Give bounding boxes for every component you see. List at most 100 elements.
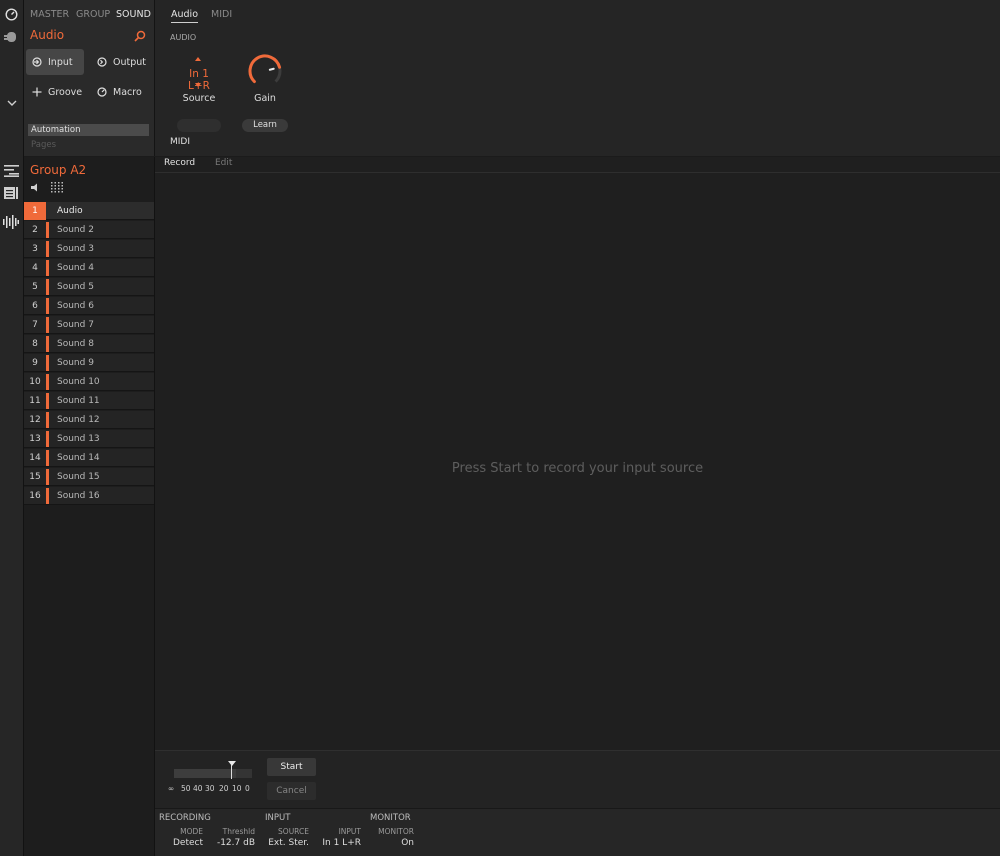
- sound-row[interactable]: 2 Sound 2: [24, 221, 154, 239]
- sound-name: Sound 3: [57, 244, 94, 254]
- sound-row[interactable]: 16 Sound 16: [24, 487, 154, 505]
- sound-color-swatch: [46, 393, 49, 409]
- input-button-label: Input: [48, 56, 73, 68]
- sound-number: 5: [32, 282, 38, 292]
- groove-button[interactable]: Groove: [26, 79, 84, 105]
- groove-button-label: Groove: [48, 86, 83, 98]
- waveform-view-icon[interactable]: [3, 215, 19, 232]
- sound-row[interactable]: 15 Sound 15: [24, 468, 154, 486]
- sound-row[interactable]: 10 Sound 10: [24, 373, 154, 391]
- macro-button[interactable]: Macro: [91, 79, 149, 105]
- sound-name: Sound 9: [57, 358, 94, 368]
- sound-name: Sound 4: [57, 263, 94, 273]
- group-panel: Group A2 1 Audio 2 Sound 2 3 Sound 3 4 Sound 4 5…: [24, 157, 155, 856]
- tab-sound[interactable]: SOUND: [116, 9, 151, 20]
- sound-color-swatch: [46, 317, 49, 333]
- sound-color-swatch: [46, 450, 49, 466]
- groove-icon: [32, 87, 42, 97]
- mixer-view-icon[interactable]: [4, 165, 19, 180]
- tab-record[interactable]: Record: [164, 158, 195, 168]
- tab-group[interactable]: GROUP: [76, 9, 110, 20]
- output-button-label: Output: [113, 56, 146, 68]
- sound-row[interactable]: 11 Sound 11: [24, 392, 154, 410]
- sound-name: Sound 16: [57, 491, 100, 501]
- meter-tick-label: ∞: [168, 784, 175, 793]
- plugin-icon[interactable]: [4, 31, 18, 46]
- threshold-handle[interactable]: [228, 761, 236, 766]
- cancel-button[interactable]: Cancel: [267, 782, 316, 800]
- meter-tick-label: 20: [219, 784, 229, 793]
- threshold-label: Threshld: [222, 827, 255, 836]
- tab-master[interactable]: MASTER: [30, 9, 69, 20]
- section-label: AUDIO: [170, 33, 197, 42]
- input-icon: [32, 57, 42, 67]
- source-up-arrow[interactable]: [195, 57, 201, 61]
- sound-name: Audio: [57, 206, 83, 216]
- sound-name: Sound 2: [57, 225, 94, 235]
- sound-color-swatch: [46, 298, 49, 314]
- list-view-icon[interactable]: [4, 187, 18, 202]
- sound-number: 11: [29, 396, 41, 406]
- output-icon: [97, 57, 107, 67]
- sound-row[interactable]: 13 Sound 13: [24, 430, 154, 448]
- source-field-value[interactable]: Ext. Ster.: [259, 838, 309, 848]
- search-icon[interactable]: [134, 30, 146, 45]
- empty-state-message: Press Start to record your input source: [451, 461, 704, 476]
- sound-name: Sound 8: [57, 339, 94, 349]
- sound-row[interactable]: 9 Sound 9: [24, 354, 154, 372]
- learn-button[interactable]: Learn: [242, 119, 288, 132]
- sound-name: Sound 10: [57, 377, 100, 387]
- sound-row[interactable]: 12 Sound 12: [24, 411, 154, 429]
- start-button[interactable]: Start: [267, 758, 316, 776]
- sound-row[interactable]: 6 Sound 6: [24, 297, 154, 315]
- gain-knob[interactable]: [246, 52, 284, 93]
- threshold-value[interactable]: -12.7 dB: [207, 838, 255, 848]
- chevron-down-icon[interactable]: [7, 99, 17, 110]
- recording-header: RECORDING: [159, 813, 211, 823]
- monitor-field-value[interactable]: On: [370, 838, 414, 848]
- input-field-label: INPUT: [338, 827, 361, 836]
- sound-name: Sound 12: [57, 415, 100, 425]
- sound-row[interactable]: 8 Sound 8: [24, 335, 154, 353]
- input-level-meter: [174, 769, 252, 778]
- sound-row[interactable]: 5 Sound 5: [24, 278, 154, 296]
- parameter-area: Audio MIDI AUDIO In 1 L+R Source Gain Le…: [155, 0, 1000, 156]
- panel-title: Audio: [30, 28, 65, 42]
- grid-icon[interactable]: [51, 182, 63, 196]
- sound-number: 12: [29, 415, 41, 425]
- midi-assign-field[interactable]: [177, 119, 221, 132]
- record-edit-tabs: Record Edit: [155, 157, 1000, 173]
- input-field-value[interactable]: In 1 L+R: [311, 838, 361, 848]
- tab-audio[interactable]: Audio: [171, 9, 199, 23]
- sound-row[interactable]: 14 Sound 14: [24, 449, 154, 467]
- clock-icon[interactable]: [5, 8, 18, 24]
- sound-settings-panel: MASTER GROUP SOUND Audio Input Output Gr…: [24, 0, 155, 156]
- sound-name: Sound 7: [57, 320, 94, 330]
- sound-number: 2: [32, 225, 38, 235]
- source-field-label: SOURCE: [278, 827, 309, 836]
- output-button[interactable]: Output: [91, 49, 149, 75]
- automation-bar[interactable]: Automation: [28, 124, 149, 136]
- sound-color-swatch: [46, 412, 49, 428]
- sound-color-swatch: [46, 374, 49, 390]
- mode-label: MODE: [180, 827, 203, 836]
- sound-number: 16: [29, 491, 41, 501]
- tab-edit[interactable]: Edit: [215, 158, 232, 168]
- speaker-icon[interactable]: [31, 183, 40, 195]
- sound-color-swatch: [46, 469, 49, 485]
- mode-value[interactable]: Detect: [167, 838, 203, 848]
- sound-row[interactable]: 3 Sound 3: [24, 240, 154, 258]
- sound-color-swatch: [46, 260, 49, 276]
- group-title[interactable]: Group A2: [30, 163, 86, 177]
- sound-number: 6: [32, 301, 38, 311]
- source-value[interactable]: In 1 L+R: [177, 68, 221, 92]
- sound-row[interactable]: 7 Sound 7: [24, 316, 154, 334]
- input-button[interactable]: Input: [26, 49, 84, 75]
- source-down-arrow[interactable]: [195, 83, 201, 87]
- sound-name: Sound 6: [57, 301, 94, 311]
- sound-row[interactable]: 4 Sound 4: [24, 259, 154, 277]
- sound-color-swatch: [46, 222, 49, 238]
- recording-area: Record Edit Press Start to record your i…: [155, 157, 1000, 750]
- tab-midi[interactable]: MIDI: [211, 9, 232, 20]
- sound-row[interactable]: 1 Audio: [24, 202, 154, 220]
